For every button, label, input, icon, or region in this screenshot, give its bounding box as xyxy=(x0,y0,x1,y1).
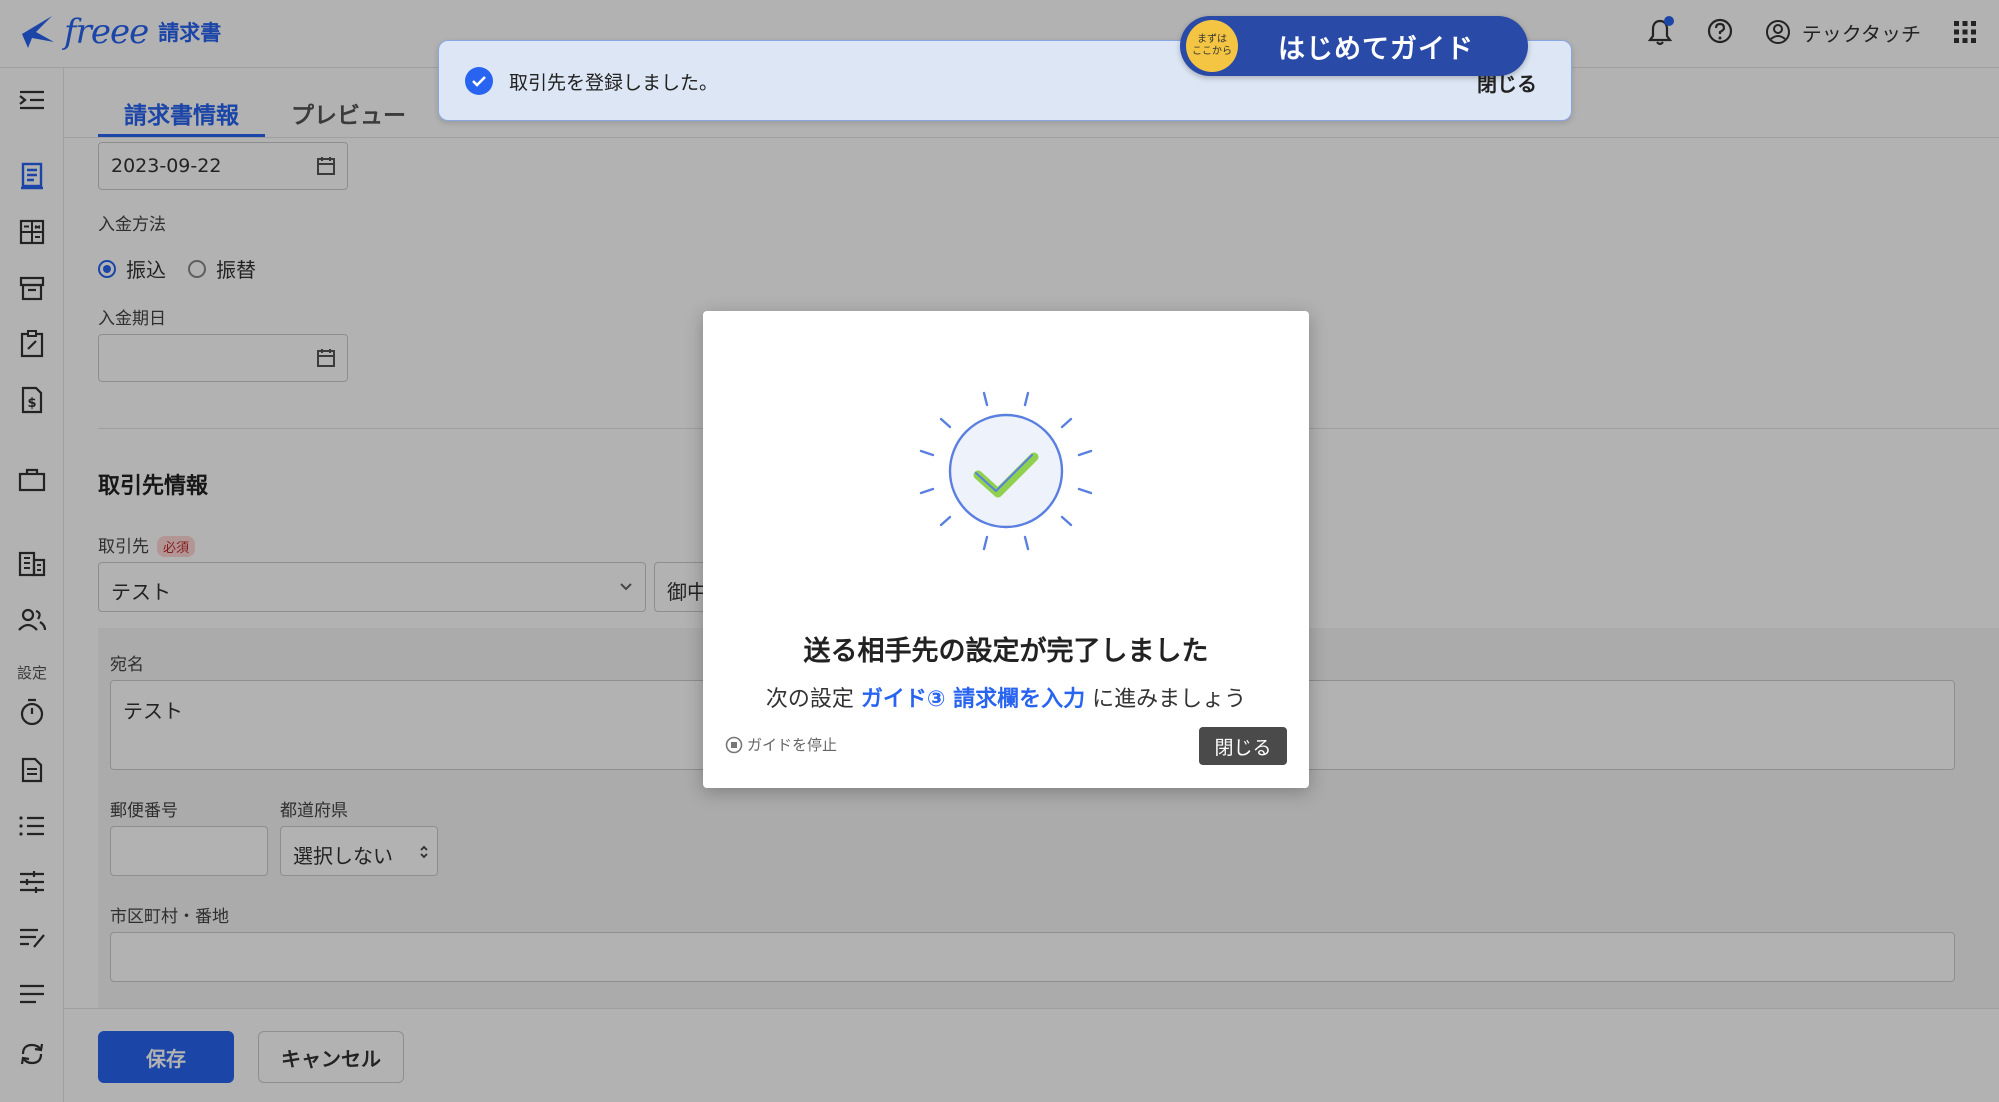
next-guide-link[interactable]: ガイド③ 請求欄を入力 xyxy=(861,687,1085,712)
stop-guide-button[interactable]: ガイドを停止 xyxy=(725,734,837,755)
guide-badge-line2: ここから xyxy=(1192,46,1232,57)
stop-icon xyxy=(725,736,743,753)
modal-sub-prefix: 次の設定 xyxy=(765,687,854,712)
first-guide-button[interactable]: まずは ここから はじめてガイド xyxy=(1180,16,1528,76)
modal-title: 送る相手先の設定が完了しました xyxy=(803,636,1209,667)
modal-subtitle: 次の設定 ガイド③ 請求欄を入力 に進みましょう xyxy=(703,681,1309,713)
guide-start-badge: まずは ここから xyxy=(1186,20,1238,72)
guide-badge-line1: まずは xyxy=(1197,34,1227,45)
stop-guide-label: ガイドを停止 xyxy=(747,736,838,754)
toast-message: 取引先を登録しました。 xyxy=(509,72,719,94)
modal-sub-suffix: に進みましょう xyxy=(1092,687,1247,712)
modal-close-button[interactable]: 閉じる xyxy=(1199,727,1287,765)
success-checkmark-illustration xyxy=(919,391,1093,551)
completion-modal: 送る相手先の設定が完了しました 次の設定 ガイド③ 請求欄を入力 に進みましょう… xyxy=(703,311,1309,788)
guide-label: はじめてガイド xyxy=(1278,33,1474,65)
check-circle-icon xyxy=(465,67,493,95)
